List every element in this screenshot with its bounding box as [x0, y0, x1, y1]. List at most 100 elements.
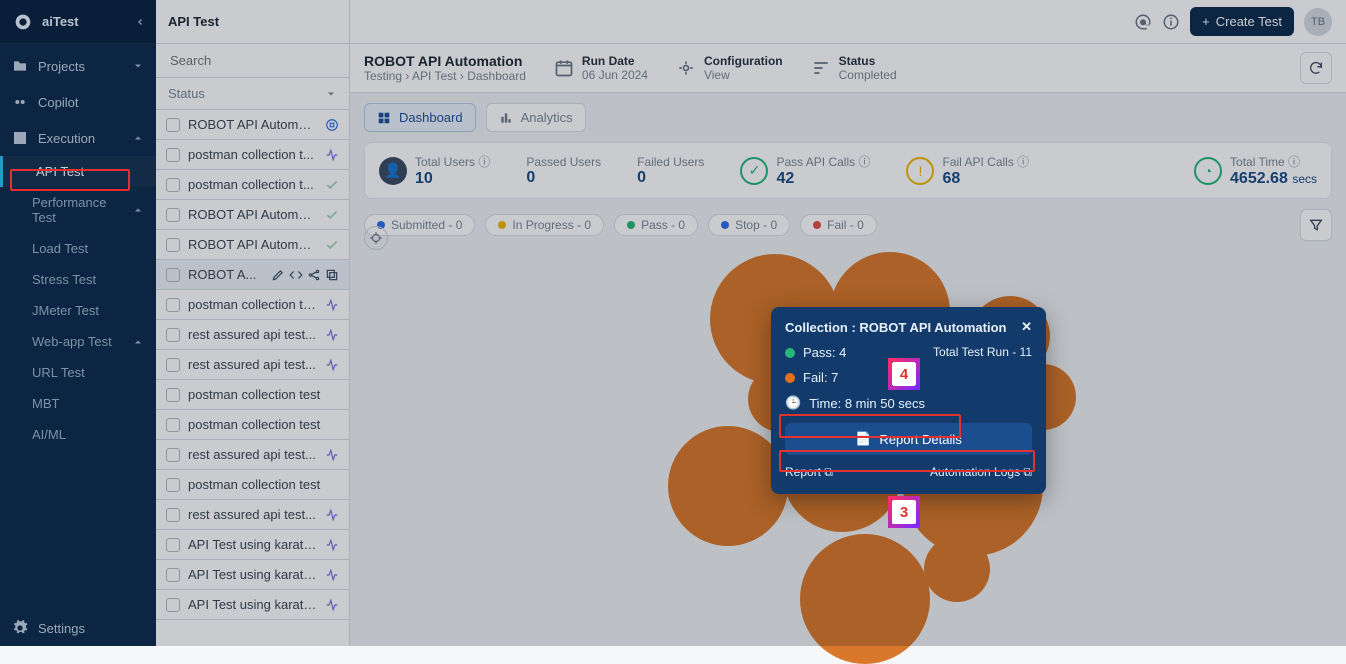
status-filter-label: Status — [168, 86, 205, 101]
sidebar-item-jmeter-test[interactable]: JMeter Test — [0, 295, 156, 326]
test-item[interactable]: rest assured api test... — [156, 440, 349, 470]
checkbox[interactable] — [166, 208, 180, 222]
test-item[interactable]: rest assured api test... — [156, 350, 349, 380]
test-item[interactable]: postman collection test — [156, 410, 349, 440]
test-item[interactable]: postman collection t... — [156, 140, 349, 170]
gear-icon — [12, 620, 28, 636]
checkbox[interactable] — [166, 358, 180, 372]
test-item[interactable]: rest assured api test... — [156, 500, 349, 530]
test-item[interactable]: rest assured api test... — [156, 320, 349, 350]
create-test-button[interactable]: + Create Test — [1190, 7, 1294, 36]
test-item[interactable]: API Test using karate... — [156, 530, 349, 560]
test-item-label: ROBOT API Automati... — [188, 117, 317, 132]
stat-fail-api: ! Fail API Calls ⓘ 68 — [906, 153, 1029, 188]
collection-popover: Collection : ROBOT API Automation ✕ Pass… — [771, 307, 1046, 494]
checkbox[interactable] — [166, 118, 180, 132]
report-details-button[interactable]: 📄 Report Details — [785, 423, 1032, 455]
popover-total-run: Total Test Run - 11 — [933, 345, 1032, 359]
test-item-label: API Test using karate... — [188, 597, 317, 612]
edit-icon[interactable] — [271, 268, 285, 282]
nav-copilot[interactable]: Copilot — [0, 84, 156, 120]
test-list: ROBOT API Automati... postman collection … — [156, 110, 349, 646]
sidebar-item-performance-test[interactable]: Performance Test — [0, 187, 156, 233]
test-item[interactable]: postman collection test — [156, 470, 349, 500]
activity-icon — [325, 598, 339, 612]
checkbox[interactable] — [166, 448, 180, 462]
checkbox[interactable] — [166, 538, 180, 552]
checkbox[interactable] — [166, 328, 180, 342]
test-item[interactable]: ROBOT API Automati... — [156, 200, 349, 230]
checkbox[interactable] — [166, 568, 180, 582]
checkbox[interactable] — [166, 478, 180, 492]
activity-icon — [325, 538, 339, 552]
tab-dashboard[interactable]: Dashboard — [364, 103, 476, 132]
bubble[interactable] — [924, 536, 990, 602]
tab-analytics[interactable]: Analytics — [486, 103, 586, 132]
breadcrumb-2[interactable]: Dashboard — [467, 69, 526, 83]
sidebar-item-ai-ml[interactable]: AI/ML — [0, 419, 156, 450]
sidebar-item-load-test[interactable]: Load Test — [0, 233, 156, 264]
test-item[interactable]: API Test using karate... — [156, 590, 349, 620]
nav-settings[interactable]: Settings — [0, 610, 156, 646]
share-icon[interactable] — [307, 268, 321, 282]
refresh-button[interactable] — [1300, 52, 1332, 84]
search-input[interactable] — [168, 52, 348, 69]
create-test-label: Create Test — [1216, 14, 1282, 29]
recenter-button[interactable] — [364, 226, 388, 250]
checkbox[interactable] — [166, 418, 180, 432]
sidebar-item-web-app-test[interactable]: Web-app Test — [0, 326, 156, 357]
sidebar-item-stress-test[interactable]: Stress Test — [0, 264, 156, 295]
test-item[interactable]: postman collection t... — [156, 170, 349, 200]
panel-title: API Test — [156, 0, 349, 44]
checkbox[interactable] — [166, 178, 180, 192]
breadcrumb-0[interactable]: Testing — [364, 69, 402, 83]
test-item[interactable]: postman collection test — [156, 290, 349, 320]
collapse-sidebar-icon[interactable] — [134, 16, 146, 28]
code-icon[interactable] — [289, 268, 303, 282]
breadcrumb-1[interactable]: API Test — [412, 69, 456, 83]
alert-circle-icon: ! — [906, 157, 934, 185]
meta-configuration[interactable]: Configuration View — [676, 54, 783, 82]
plus-icon: + — [1202, 14, 1210, 29]
test-item[interactable]: ROBOT API Automati... — [156, 110, 349, 140]
test-item[interactable]: ROBOT A... — [156, 260, 349, 290]
test-item-label: postman collection test — [188, 477, 331, 492]
sidebar-item-api-test[interactable]: API Test — [0, 156, 156, 187]
sidebar-item-url-test[interactable]: URL Test — [0, 357, 156, 388]
refresh-icon — [1308, 60, 1324, 76]
popover-time: Time: 8 min 50 secs — [809, 396, 925, 411]
info-icon[interactable] — [1162, 13, 1180, 31]
report-link[interactable]: Report ⧉ — [785, 465, 833, 480]
status-icon — [811, 58, 831, 78]
test-item-label: rest assured api test... — [188, 447, 317, 462]
test-item-label: postman collection test — [188, 417, 331, 432]
meta-status: Status Completed — [811, 54, 897, 82]
test-item[interactable]: API Test using karate... — [156, 560, 349, 590]
checkbox[interactable] — [166, 298, 180, 312]
copy-icon[interactable] — [325, 268, 339, 282]
sidebar-item-mbt[interactable]: MBT — [0, 388, 156, 419]
folder-icon — [12, 58, 28, 74]
automation-logs-link[interactable]: Automation Logs ⧉ — [930, 465, 1032, 480]
close-icon[interactable]: ✕ — [1021, 319, 1032, 335]
nav-execution[interactable]: Execution — [0, 120, 156, 156]
checkbox[interactable] — [166, 598, 180, 612]
test-item-label: ROBOT API Automati... — [188, 207, 317, 222]
checkbox[interactable] — [166, 148, 180, 162]
bubble[interactable] — [800, 534, 930, 664]
avatar[interactable]: TB — [1304, 8, 1332, 36]
analytics-icon — [499, 111, 513, 125]
status-filter[interactable]: Status — [156, 78, 349, 110]
external-link-icon: ⧉ — [824, 465, 833, 479]
checkbox[interactable] — [166, 508, 180, 522]
checkbox[interactable] — [166, 388, 180, 402]
checkbox[interactable] — [166, 238, 180, 252]
checkbox[interactable] — [166, 268, 180, 282]
bubble[interactable] — [668, 426, 788, 546]
nav-projects[interactable]: Projects — [0, 48, 156, 84]
test-item[interactable]: ROBOT API Automati... — [156, 230, 349, 260]
activity-icon — [325, 508, 339, 522]
test-item[interactable]: postman collection test — [156, 380, 349, 410]
mention-icon[interactable] — [1134, 13, 1152, 31]
crosshair-icon — [369, 231, 383, 245]
